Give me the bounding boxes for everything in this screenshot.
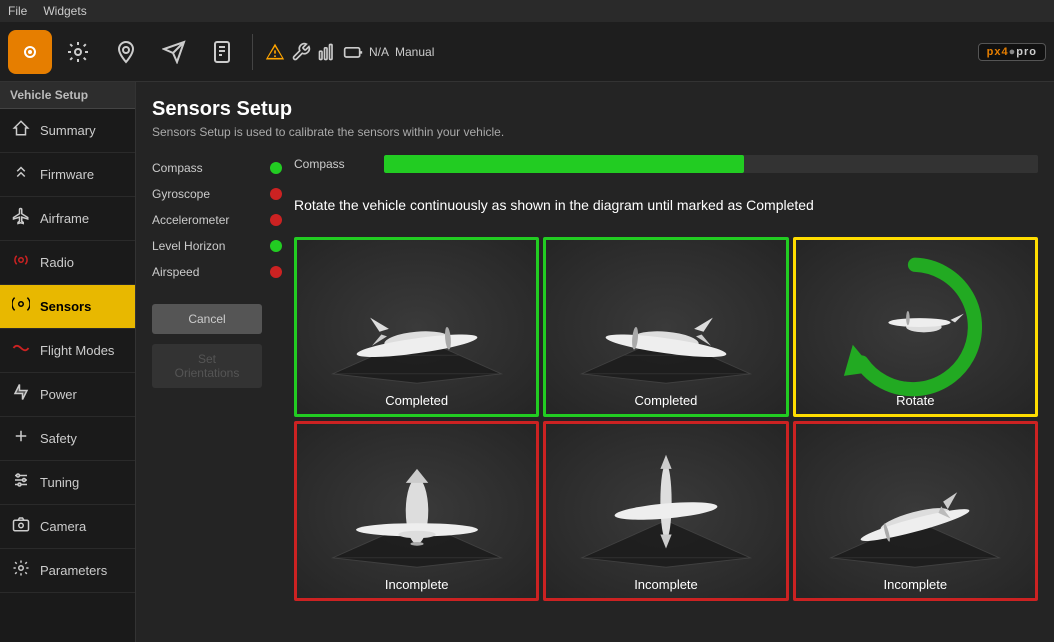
progress-bar-outer [384, 155, 1038, 173]
menu-bar: File Widgets [0, 0, 1054, 22]
airspeed-label: Airspeed [152, 265, 199, 279]
toolbar-right: px4●pro [978, 43, 1046, 61]
camera-icon [10, 515, 32, 538]
sidebar-item-airframe[interactable]: Airframe [0, 197, 135, 241]
sensors-icon [10, 295, 32, 318]
sidebar-item-firmware[interactable]: Firmware [0, 153, 135, 197]
sidebar-item-flight-modes[interactable]: Flight Modes [0, 329, 135, 373]
plane-svg-bl [322, 436, 512, 586]
sensor-accelerometer: Accelerometer [152, 207, 282, 233]
orientation-grid: Completed [294, 237, 1038, 601]
power-icon [10, 383, 32, 406]
mode-label: Manual [395, 45, 434, 59]
instruction-text: Rotate the vehicle continuously as shown… [294, 193, 1038, 217]
sidebar-item-camera[interactable]: Camera [0, 505, 135, 549]
radio-icon [10, 251, 32, 274]
sidebar-item-safety[interactable]: Safety [0, 417, 135, 461]
progress-bar-inner [384, 155, 744, 173]
tuning-icon [10, 471, 32, 494]
flight-modes-icon [10, 339, 32, 362]
compass-status [270, 162, 282, 174]
orientation-cell-top-right: Rotate [793, 237, 1038, 417]
compass-progress: Compass [294, 155, 1038, 173]
plane-svg-tr [820, 247, 1010, 407]
toolbar-status: N/A Manual [265, 42, 434, 62]
compass-progress-label: Compass [294, 157, 374, 171]
gyroscope-status [270, 188, 282, 200]
sensor-and-content: Compass Gyroscope Accelerometer Level Ho… [152, 155, 1038, 601]
na-label: N/A [369, 45, 389, 59]
sensor-compass: Compass [152, 155, 282, 181]
sidebar-section-header: Vehicle Setup [0, 82, 135, 109]
file-menu[interactable]: File [8, 4, 27, 18]
accelerometer-status [270, 214, 282, 226]
toolbar: N/A Manual px4●pro [0, 22, 1054, 82]
location-icon[interactable] [104, 30, 148, 74]
main-area: Vehicle Setup Summary Firmware Airframe … [0, 82, 1054, 642]
orientation-cell-bottom-left: Incomplete [294, 421, 539, 601]
sidebar-item-parameters[interactable]: Parameters [0, 549, 135, 593]
orientation-cell-top-left: Completed [294, 237, 539, 417]
airframe-icon [10, 207, 32, 230]
sensor-airspeed: Airspeed [152, 259, 282, 285]
orientation-cell-bottom-right: Incomplete [793, 421, 1038, 601]
firmware-icon [10, 163, 32, 186]
gyroscope-label: Gyroscope [152, 187, 210, 201]
page-subtitle: Sensors Setup is used to calibrate the s… [152, 125, 1038, 139]
sidebar: Vehicle Setup Summary Firmware Airframe … [0, 82, 136, 642]
sidebar-item-tuning[interactable]: Tuning [0, 461, 135, 505]
sensor-panel: Compass Gyroscope Accelerometer Level Ho… [152, 155, 282, 601]
sensor-level-horizon: Level Horizon [152, 233, 282, 259]
plane-svg-bc [571, 436, 761, 586]
level-horizon-status [270, 240, 282, 252]
calibration-area: Compass Rotate the vehicle continuously … [294, 155, 1038, 601]
document-icon[interactable] [200, 30, 244, 74]
compass-label: Compass [152, 161, 203, 175]
orientation-cell-bottom-center: Incomplete [543, 421, 788, 601]
px4-logo: px4●pro [978, 43, 1046, 61]
send-icon[interactable] [152, 30, 196, 74]
plane-svg-br [820, 436, 1010, 586]
plane-svg-tl [322, 252, 512, 402]
page-title: Sensors Setup [152, 98, 1038, 121]
orientation-cell-top-center: Completed [543, 237, 788, 417]
sidebar-item-sensors[interactable]: Sensors [0, 285, 135, 329]
parameters-icon [10, 559, 32, 582]
accelerometer-label: Accelerometer [152, 213, 229, 227]
safety-icon [10, 427, 32, 450]
sidebar-item-radio[interactable]: Radio [0, 241, 135, 285]
cancel-button[interactable]: Cancel [152, 304, 262, 334]
summary-icon [10, 119, 32, 142]
sidebar-item-summary[interactable]: Summary [0, 109, 135, 153]
sensor-gyroscope: Gyroscope [152, 181, 282, 207]
plane-svg-tc [571, 252, 761, 402]
content-area: Sensors Setup Sensors Setup is used to c… [136, 82, 1054, 642]
settings-icon[interactable] [56, 30, 100, 74]
set-orientations-button[interactable]: Set Orientations [152, 344, 262, 388]
level-horizon-label: Level Horizon [152, 239, 225, 253]
sidebar-item-power[interactable]: Power [0, 373, 135, 417]
airspeed-status [270, 266, 282, 278]
home-icon[interactable] [8, 30, 52, 74]
toolbar-divider-1 [252, 34, 253, 70]
widgets-menu[interactable]: Widgets [43, 4, 86, 18]
